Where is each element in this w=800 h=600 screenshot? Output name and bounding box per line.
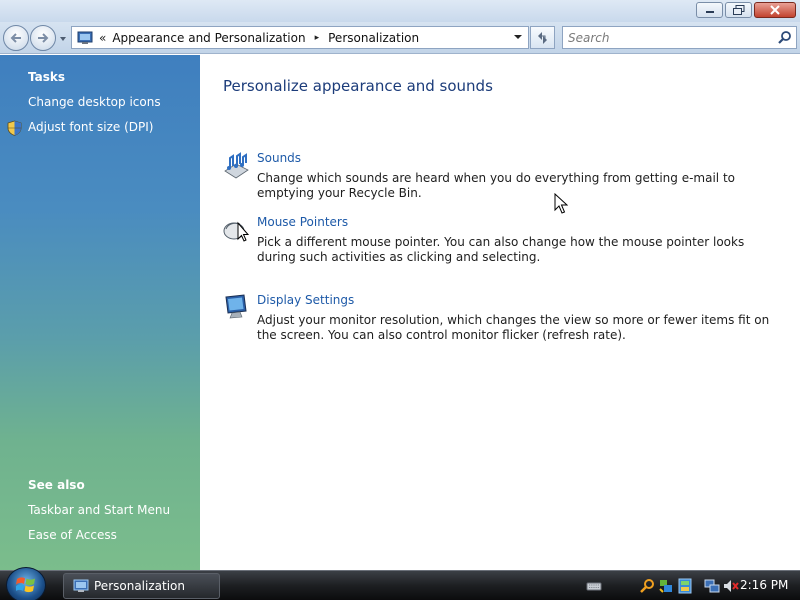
breadcrumb-separator[interactable]: ▸ — [315, 33, 320, 43]
start-button[interactable] — [6, 567, 46, 600]
recent-pages-dropdown-icon[interactable] — [58, 34, 68, 44]
taskbar-start-menu-link[interactable]: Taskbar and Start Menu — [28, 503, 170, 517]
sounds-link[interactable]: Sounds — [257, 151, 301, 165]
taskbar: Personalization 2:16 PM — [0, 567, 800, 600]
mouse-pointers-item: Mouse Pointers Pick a different mouse po… — [222, 215, 782, 265]
task-sidebar: Tasks Change desktop icons Adjust font s… — [0, 55, 200, 570]
sounds-item: Sounds Change which sounds are heard whe… — [222, 151, 782, 201]
control-panel-icon — [73, 579, 89, 592]
minimize-button[interactable] — [696, 2, 723, 18]
sidebar-gadget-icon[interactable] — [677, 578, 693, 594]
search-icon[interactable] — [639, 578, 655, 594]
clock[interactable]: 2:16 PM — [740, 578, 788, 592]
navigation-bar: « Appearance and Personalization ▸ Perso… — [0, 22, 800, 54]
network-icon[interactable] — [704, 578, 720, 594]
main-content: Personalize appearance and sounds Sounds… — [200, 55, 800, 570]
title-bar — [0, 0, 800, 22]
address-bar[interactable]: « Appearance and Personalization ▸ Perso… — [71, 26, 529, 49]
breadcrumb-personalization[interactable]: Personalization — [328, 31, 419, 45]
back-button[interactable] — [3, 25, 29, 51]
breadcrumb-appearance[interactable]: Appearance and Personalization — [112, 31, 305, 45]
control-panel-icon — [77, 31, 93, 44]
search-icon[interactable] — [777, 30, 792, 45]
mouse-icon — [223, 221, 250, 242]
system-tray — [586, 571, 739, 600]
see-also-heading: See also — [28, 478, 85, 492]
close-button[interactable] — [754, 2, 796, 18]
mouse-cursor-icon — [554, 193, 568, 214]
display-icon — [225, 294, 247, 319]
maximize-button[interactable] — [725, 2, 752, 18]
sidebar-icon[interactable] — [658, 578, 674, 594]
close-icon — [770, 5, 780, 15]
sounds-description: Change which sounds are heard when you d… — [257, 171, 735, 200]
change-desktop-icons-link[interactable]: Change desktop icons — [28, 95, 161, 109]
ease-of-access-link[interactable]: Ease of Access — [28, 528, 117, 542]
breadcrumb-overflow[interactable]: « — [99, 31, 106, 45]
refresh-icon — [538, 31, 547, 44]
forward-button[interactable] — [30, 25, 56, 51]
sounds-icon — [224, 152, 249, 179]
mouse-pointers-link[interactable]: Mouse Pointers — [257, 215, 348, 229]
minimize-icon — [705, 11, 714, 13]
page-title: Personalize appearance and sounds — [223, 77, 493, 95]
window-controls — [696, 2, 796, 18]
shield-icon — [7, 120, 22, 136]
address-dropdown-icon[interactable] — [512, 31, 524, 43]
mouse-pointers-description: Pick a different mouse pointer. You can … — [257, 235, 745, 264]
taskbar-personalization-button[interactable]: Personalization — [63, 573, 220, 599]
display-settings-item: Display Settings Adjust your monitor res… — [222, 293, 782, 343]
refresh-button[interactable] — [530, 26, 555, 49]
search-box[interactable] — [562, 26, 797, 49]
tasks-heading: Tasks — [28, 70, 66, 84]
taskbar-item-label: Personalization — [94, 579, 185, 593]
display-settings-link[interactable]: Display Settings — [257, 293, 354, 307]
volume-muted-icon[interactable] — [723, 578, 739, 594]
keyboard-icon[interactable] — [586, 578, 602, 594]
back-arrow-icon — [10, 33, 21, 43]
windows-logo-icon — [16, 577, 35, 593]
display-settings-description: Adjust your monitor resolution, which ch… — [257, 313, 770, 342]
search-input[interactable] — [563, 27, 763, 48]
forward-arrow-icon — [38, 33, 49, 43]
adjust-font-size-link[interactable]: Adjust font size (DPI) — [28, 120, 153, 134]
maximize-icon — [732, 5, 744, 15]
